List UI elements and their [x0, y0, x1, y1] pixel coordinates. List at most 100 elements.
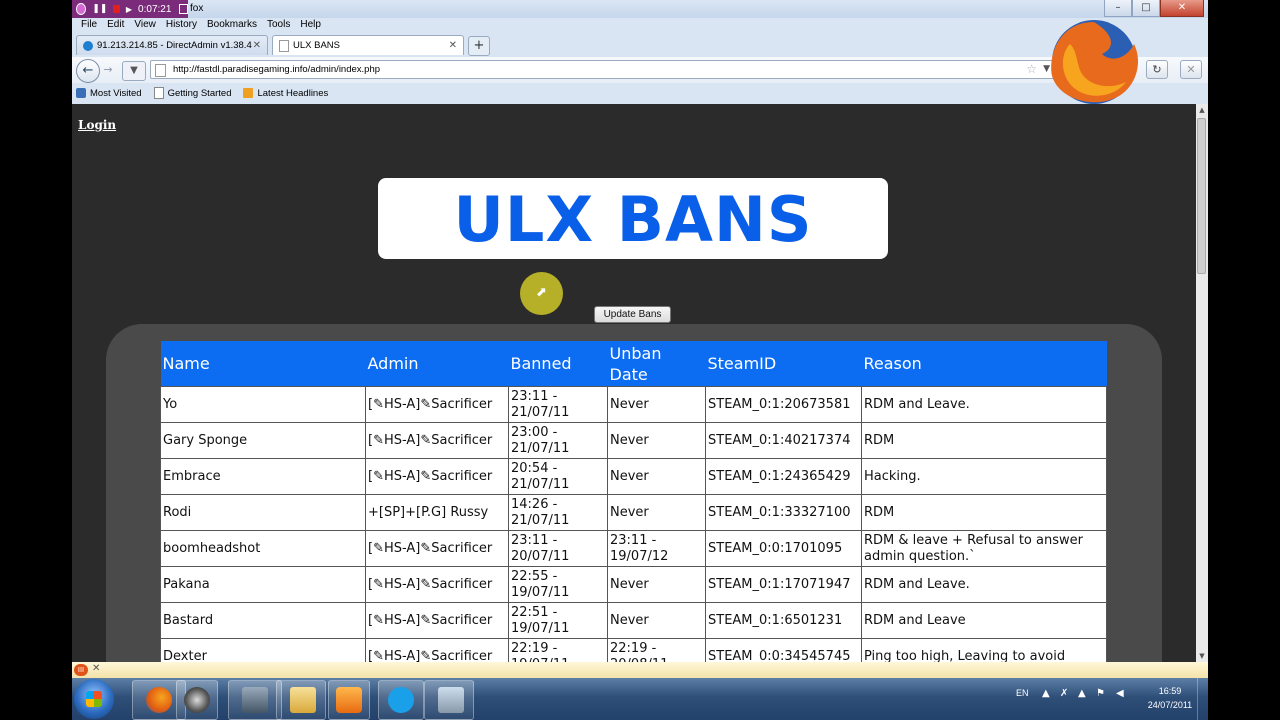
table-row: Bastard [✎HS-A]✎Sacrificer 22:51 - 19/07…	[160, 602, 1107, 639]
show-desktop-button[interactable]	[1197, 678, 1208, 720]
recorder-logo-icon	[76, 3, 87, 15]
rss-feed-icon	[243, 88, 254, 98]
scroll-up-icon[interactable]: ▲	[1196, 104, 1208, 116]
cell-admin: [✎HS-A]✎Sacrificer	[365, 386, 509, 423]
cell-steamid: STEAM_0:1:6501231	[705, 602, 862, 639]
cell-admin: [✎HS-A]✎Sacrificer	[365, 602, 509, 639]
taskbar-explorer[interactable]	[276, 680, 326, 720]
title-banner: ULX BANS	[378, 178, 888, 259]
menu-tools[interactable]: Tools	[262, 18, 295, 33]
table-row: boomheadshot [✎HS-A]✎Sacrificer 23:11 - …	[160, 530, 1107, 567]
menu-bookmarks[interactable]: Bookmarks	[202, 18, 262, 33]
url-bar[interactable]: http://fastdl.paradisegaming.info/admin/…	[150, 60, 1056, 79]
forward-button[interactable]: →	[100, 62, 116, 78]
cell-admin: [✎HS-A]✎Sacrificer	[365, 638, 509, 662]
start-button[interactable]	[74, 679, 114, 719]
volume-icon[interactable]: ◀	[1116, 688, 1124, 699]
application-icon	[438, 687, 464, 713]
table-row: Rodi +[SP]+[P.G] Russy 14:26 - 21/07/11 …	[160, 494, 1107, 531]
cell-banned: 23:11 - 20/07/11	[508, 530, 608, 567]
clock-date: 24/07/2011	[1147, 700, 1193, 710]
cell-reason: RDM & leave + Refusal to answer admin qu…	[861, 530, 1107, 567]
menu-edit[interactable]: Edit	[102, 18, 129, 33]
taskbar-skype[interactable]	[378, 680, 424, 720]
cell-banned: 23:11 - 21/07/11	[508, 386, 608, 423]
cell-banned: 20:54 - 21/07/11	[508, 458, 608, 495]
cell-admin: [✎HS-A]✎Sacrificer	[365, 530, 509, 567]
scroll-down-icon[interactable]: ▼	[1196, 650, 1208, 662]
taskbar-steam[interactable]	[176, 680, 218, 720]
cell-steamid: STEAM_0:1:24365429	[705, 458, 862, 495]
cell-name: Pakana	[160, 566, 366, 603]
cell-unban-date: Never	[607, 566, 706, 603]
menu-help[interactable]: Help	[295, 18, 326, 33]
cell-reason: Ping too high, Leaving to avoid	[861, 638, 1107, 662]
cell-banned: 22:55 - 19/07/11	[508, 566, 608, 603]
taskbar-task-manager[interactable]	[228, 680, 282, 720]
close-icon[interactable]: ✕	[92, 663, 100, 674]
page-icon	[155, 64, 166, 77]
menu-view[interactable]: View	[129, 18, 161, 33]
cell-unban-date: Never	[607, 458, 706, 495]
language-indicator[interactable]: EN	[1016, 688, 1029, 698]
taskbar-app[interactable]	[424, 680, 474, 720]
system-clock[interactable]: 16:59 24/07/2011	[1140, 684, 1200, 712]
close-tab-icon[interactable]: ✕	[449, 40, 457, 51]
tab-ulx-bans[interactable]: ULX BANS ✕	[272, 35, 464, 55]
network-icon[interactable]: ✗	[1060, 688, 1068, 699]
login-link[interactable]: Login	[78, 118, 116, 132]
menu-history[interactable]: History	[161, 18, 202, 33]
record-icon[interactable]	[113, 5, 120, 13]
clock-time: 16:59	[1158, 686, 1182, 696]
table-row: Pakana [✎HS-A]✎Sacrificer 22:55 - 19/07/…	[160, 566, 1107, 603]
site-identity-icon[interactable]: ▼	[122, 61, 146, 81]
device-icon[interactable]: ▲	[1078, 688, 1086, 699]
bans-table: Name Admin Banned Unban Date SteamID Rea…	[160, 341, 1107, 662]
vertical-scrollbar[interactable]: ▲ ▼	[1196, 104, 1208, 662]
recorder-addon-icon[interactable]: III	[74, 664, 88, 676]
menu-file[interactable]: File	[76, 18, 102, 33]
cell-name: Bastard	[160, 602, 366, 639]
play-icon[interactable]: ▶	[126, 5, 132, 14]
new-tab-button[interactable]: +	[468, 36, 490, 56]
task-manager-icon	[242, 687, 268, 713]
cell-steamid: STEAM_0:1:17071947	[705, 566, 862, 603]
screen-recorder-toolbar: ❚❚ ▶ 0:07:21	[72, 0, 188, 18]
cell-unban-date: Never	[607, 602, 706, 639]
scrollbar-thumb[interactable]	[1197, 118, 1206, 274]
update-bans-button[interactable]: Update Bans	[594, 306, 671, 323]
cell-admin: [✎HS-A]✎Sacrificer	[365, 458, 509, 495]
back-button[interactable]: ←	[76, 59, 100, 83]
stop-icon[interactable]	[179, 4, 188, 14]
url-input[interactable]: http://fastdl.paradisegaming.info/admin/…	[173, 64, 380, 75]
cell-reason: RDM and Leave	[861, 602, 1107, 639]
column-header-name: Name	[160, 341, 366, 387]
table-header-row: Name Admin Banned Unban Date SteamID Rea…	[160, 341, 1107, 387]
pause-icon[interactable]: ❚❚	[92, 4, 107, 14]
cell-name: Yo	[160, 386, 366, 423]
windows-taskbar: EN ▲ ✗ ▲ ⚑ ◀ 16:59 24/07/2011	[72, 678, 1208, 720]
cell-unban-date: Never	[607, 422, 706, 459]
window-title: fox	[190, 3, 204, 14]
column-header-reason: Reason	[861, 341, 1107, 387]
cell-name: Rodi	[160, 494, 366, 531]
tab-directadmin[interactable]: 91.213.214.85 - DirectAdmin v1.38.4 ✕	[76, 35, 268, 55]
bookmark-getting-started[interactable]: Getting Started	[153, 87, 231, 99]
close-tab-icon[interactable]: ✕	[253, 40, 261, 51]
steam-icon	[184, 687, 210, 713]
cell-unban-date: Never	[607, 386, 706, 423]
column-header-banned: Banned	[508, 341, 608, 387]
stop-loading-icon[interactable]: ✕	[1180, 60, 1202, 79]
show-hidden-icons-icon[interactable]: ▲	[1042, 688, 1050, 699]
taskbar-media-player[interactable]	[328, 680, 370, 720]
skype-icon	[388, 687, 414, 713]
bookmark-latest-headlines[interactable]: Latest Headlines	[243, 88, 328, 99]
action-center-flag-icon[interactable]: ⚑	[1096, 688, 1105, 699]
cell-name: Dexter	[160, 638, 366, 662]
tab-label: ULX BANS	[293, 40, 340, 51]
cell-banned: 23:00 - 21/07/11	[508, 422, 608, 459]
close-button[interactable]: ✕	[1160, 0, 1204, 17]
cell-steamid: STEAM_0:0:1701095	[705, 530, 862, 567]
bookmark-most-visited[interactable]: Most Visited	[76, 88, 142, 99]
cell-reason: Hacking.	[861, 458, 1107, 495]
